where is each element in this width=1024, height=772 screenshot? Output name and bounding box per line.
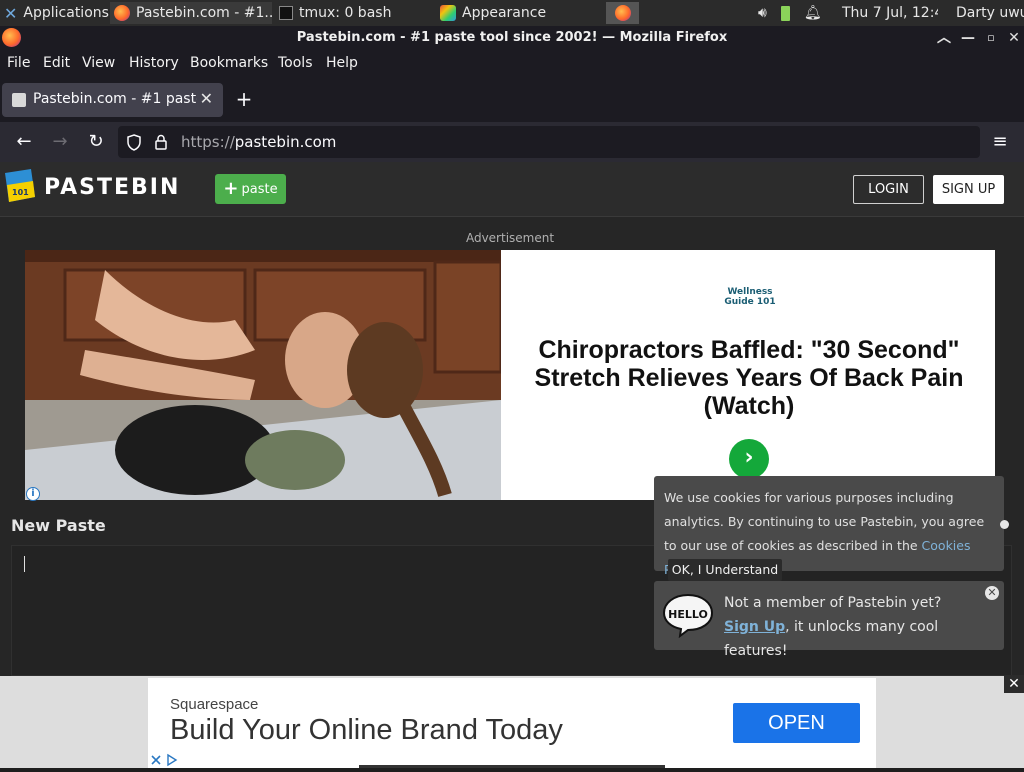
url-scheme: https:// xyxy=(181,133,235,151)
lock-icon[interactable] xyxy=(154,134,168,150)
forward-button[interactable]: → xyxy=(48,130,72,154)
volume-icon[interactable]: 🔊︎ xyxy=(758,5,767,21)
tab-close-icon[interactable]: ✕ xyxy=(200,89,213,108)
clock[interactable]: Thu 7 Jul, 12:48 xyxy=(838,2,938,24)
applications-label: Applications xyxy=(23,5,109,21)
menu-bar: File Edit View History Bookmarks Tools H… xyxy=(0,50,1024,78)
tab-pastebin[interactable]: Pastebin.com - #1 paste tool since 2002!… xyxy=(2,83,223,117)
ad-image[interactable] xyxy=(25,250,501,500)
appearance-icon xyxy=(440,5,456,21)
taskbar-item-label: Pastebin.com - #1... xyxy=(136,5,272,21)
clock-label: Thu 7 Jul, 12:48 xyxy=(842,5,938,21)
site-brand[interactable]: PASTEBIN xyxy=(44,175,180,200)
menu-history[interactable]: History xyxy=(129,55,179,71)
advertisement-label: Advertisement xyxy=(465,231,555,245)
hamburger-menu-icon[interactable]: ≡ xyxy=(988,130,1012,154)
menu-file[interactable]: File xyxy=(7,55,30,71)
new-tab-button[interactable]: + xyxy=(234,88,254,112)
battery-icon[interactable] xyxy=(780,5,790,21)
terminal-icon xyxy=(279,6,293,20)
tab-label: Pastebin.com - #1 paste tool since 2002! xyxy=(33,91,197,107)
signup-promo-text: Not a member of Pastebin yet? Sign Up, i… xyxy=(724,591,994,663)
new-paste-button[interactable]: + paste xyxy=(215,174,286,204)
ad-choices-icon[interactable] xyxy=(148,752,180,768)
pastebin-favicon-icon xyxy=(12,93,26,107)
ad-logo-line2: Guide 101 xyxy=(724,297,776,307)
hello-badge-text: HELLO xyxy=(668,608,708,621)
url-host: pastebin.com xyxy=(234,133,337,151)
ad-logo-line1: Wellness xyxy=(727,287,773,297)
system-tray: 🔊︎ 🔔︎ xyxy=(754,2,834,24)
taskbar-item-tmux[interactable]: tmux: 0 bash xyxy=(275,2,433,24)
window-minimize-button[interactable]: — xyxy=(958,28,978,48)
applications-menu[interactable]: ✕ Applications xyxy=(0,2,110,24)
svg-text:101: 101 xyxy=(12,188,29,197)
reload-button[interactable]: ↻ xyxy=(84,130,108,154)
menu-view[interactable]: View xyxy=(82,55,115,71)
tracking-shield-icon[interactable] xyxy=(126,134,142,151)
ad-headline[interactable]: Chiropractors Baffled: "30 Second" Stret… xyxy=(515,336,983,420)
xfce-icon: ✕ xyxy=(4,3,18,23)
signup-promo-close-icon[interactable]: ✕ xyxy=(985,586,999,600)
sticky-ad-open-button[interactable]: OPEN xyxy=(733,703,860,743)
user-menu[interactable]: Darty uwu xyxy=(952,2,1024,24)
sticky-ad-close-icon[interactable]: ✕ xyxy=(1004,675,1024,693)
url-text[interactable]: https://pastebin.com xyxy=(181,133,336,151)
login-button[interactable]: LOGIN xyxy=(853,175,924,204)
signup-promo-line1: Not a member of Pastebin yet? xyxy=(724,595,942,611)
firefox-icon xyxy=(114,5,130,21)
back-button[interactable]: ← xyxy=(12,130,36,154)
user-label: Darty uwu xyxy=(956,5,1024,21)
tab-strip: Pastebin.com - #1 paste tool since 2002!… xyxy=(0,78,1024,122)
signup-promo-link[interactable]: Sign Up xyxy=(724,619,785,635)
notification-bell-icon[interactable]: 🔔︎ xyxy=(804,5,822,21)
ad-info-icon[interactable]: i xyxy=(26,487,40,501)
new-paste-heading: New Paste xyxy=(11,516,106,535)
ad-go-arrow-icon[interactable]: › xyxy=(729,439,769,479)
ad-choices-glyph xyxy=(151,753,178,767)
taskbar-firefox-launcher[interactable] xyxy=(606,2,639,24)
taskbar-item-label: tmux: 0 bash xyxy=(299,5,392,21)
window-maximize-button[interactable]: ▫ xyxy=(981,28,1001,48)
ad-advertiser-logo: Wellness Guide 101 xyxy=(700,287,800,307)
firefox-icon xyxy=(614,5,631,21)
window-titlebar: Pastebin.com - #1 paste tool since 2002!… xyxy=(0,26,1024,50)
sticky-ad-brand[interactable]: Squarespace xyxy=(170,696,258,713)
menu-edit[interactable]: Edit xyxy=(43,55,70,71)
text-caret xyxy=(24,556,25,572)
hello-speech-bubble-icon: HELLO xyxy=(662,593,714,638)
menu-tools[interactable]: Tools xyxy=(278,55,313,71)
cookie-popup-close-dot[interactable] xyxy=(1000,520,1009,529)
sticky-ad-headline[interactable]: Build Your Online Brand Today xyxy=(170,714,563,747)
plus-icon: + xyxy=(223,178,239,199)
cookie-accept-button[interactable]: OK, I Understand xyxy=(668,559,782,581)
menu-help[interactable]: Help xyxy=(326,55,358,71)
new-paste-label: paste xyxy=(241,181,278,197)
taskbar-item-label: Appearance xyxy=(462,5,547,21)
window-shade-button[interactable]: ︿ xyxy=(934,28,954,48)
menu-bookmarks[interactable]: Bookmarks xyxy=(190,55,268,71)
taskbar-item-appearance[interactable]: Appearance xyxy=(436,2,600,24)
signup-button[interactable]: SIGN UP xyxy=(933,175,1004,204)
window-close-button[interactable]: ✕ xyxy=(1004,28,1024,48)
window-title: Pastebin.com - #1 paste tool since 2002!… xyxy=(296,30,728,45)
taskbar-item-firefox[interactable]: Pastebin.com - #1... xyxy=(110,2,272,24)
desktop-panel: ✕ Applications Pastebin.com - #1... tmux… xyxy=(0,0,1024,26)
pastebin-logo-icon[interactable]: 101 xyxy=(3,167,37,205)
